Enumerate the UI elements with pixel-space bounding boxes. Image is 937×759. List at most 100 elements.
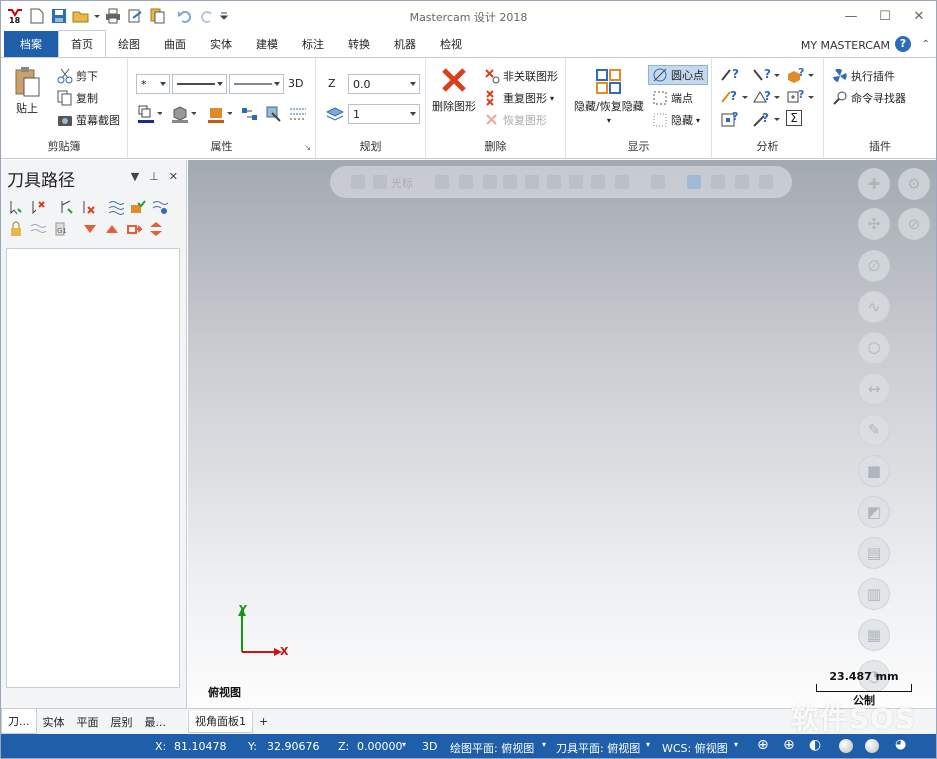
z-depth-input[interactable]: 0.0 [348,74,420,94]
analyze-position-button[interactable]: ? [720,110,742,128]
line-width-select[interactable] [229,74,284,94]
lock-icon[interactable] [7,220,25,238]
chevron-down-icon[interactable]: ▾ [646,740,650,749]
analyze-dynamic-button[interactable]: ? [752,110,780,128]
panel-menu-icon[interactable]: ▼ [131,170,139,183]
cursor-mode-label[interactable]: 光标 [391,175,413,191]
move-up-icon[interactable] [103,220,121,238]
analyze-area-button[interactable]: ? [786,88,814,106]
tab-machine[interactable]: 机器 [382,31,428,57]
verify-selection-icon[interactable] [687,175,701,189]
split-icon[interactable]: ▥ [858,578,890,610]
solid-color-button[interactable] [170,104,196,124]
print-preview-icon[interactable] [125,6,145,26]
cube-icon[interactable]: ⬡ [858,332,890,364]
tab-surfaces[interactable]: 曲面 [152,31,198,57]
new-file-icon[interactable] [27,6,47,26]
chevron-down-icon[interactable]: ▾ [734,740,738,749]
boolean-icon[interactable]: ◩ [858,496,890,528]
material-ball-icon[interactable] [865,739,879,753]
solid-box-icon[interactable]: ■ [858,455,890,487]
delete-unassoc-button[interactable]: 非关联图形 [484,68,558,84]
customize-qat-icon[interactable] [219,6,229,26]
my-mastercam-link[interactable]: MY MASTERCAM [801,39,890,52]
screenshot-button[interactable]: 萤幕截图 [57,112,120,128]
analyze-entity-button[interactable]: ? [752,66,780,84]
tab-home[interactable]: 首页 [58,30,106,57]
level-input[interactable]: 1 [348,104,420,124]
diameter-icon[interactable]: ∅ [858,250,890,282]
panel-close-icon[interactable]: ✕ [169,170,178,183]
hide-unhide-button[interactable]: 隐藏/恢复隐藏 ▾ [574,68,644,125]
viewsheet-tab-1[interactable]: 视角面板1 [188,710,253,733]
paste-button[interactable]: 贴上 [13,66,41,116]
window-select-icon[interactable] [615,175,629,189]
analyze-solid-button[interactable]: ? [786,66,814,84]
chevron-down-icon[interactable]: ▾ [542,740,546,749]
save-icon[interactable] [49,6,69,26]
properties-icon[interactable] [147,6,167,26]
analyze-chain-button[interactable]: ? [752,88,780,106]
maximize-icon[interactable]: ☐ [868,1,902,31]
toggle-display-icon[interactable] [29,220,47,238]
shading-ball-icon[interactable] [839,739,853,753]
post-icon[interactable]: G1 [51,220,69,238]
endpoints-toggle[interactable]: 端点 [652,90,693,106]
select-all-ops-icon[interactable] [7,198,25,216]
zoom-fit-icon[interactable]: ✚ [858,168,890,200]
settings-gear-icon[interactable]: ⚙ [898,168,930,200]
mode-3d-status[interactable]: 3D [422,740,437,753]
lock-selection-icon[interactable] [351,175,365,189]
cut-button[interactable]: 剪下 [57,68,98,84]
mode-3d-toggle[interactable]: 3D [288,77,303,90]
hide-button[interactable]: 隐藏 ▾ [652,112,700,128]
clear-colors-button[interactable] [288,104,308,124]
delete-entity-button[interactable]: 删除图形 [432,66,476,114]
tplane-status[interactable]: 刀具平面: 俯视图 [556,740,640,756]
cursor-snap-icon[interactable] [373,175,387,189]
snap-settings-icon[interactable] [459,175,473,189]
insert-arrow-icon[interactable] [125,220,143,238]
print-icon[interactable] [103,6,123,26]
verify-icon[interactable] [129,198,147,216]
point-style-select[interactable]: * [136,74,170,94]
pattern-icon[interactable]: ▦ [858,619,890,651]
run-addin-button[interactable]: 执行插件 [832,68,895,84]
select-previous-icon[interactable] [759,175,773,189]
disable-icon[interactable]: ⊘ [898,208,930,240]
nearest-point-icon[interactable]: ✣ [858,208,890,240]
select-solid-icon[interactable] [503,175,517,189]
collapse-ribbon-icon[interactable]: ⌃ [922,39,930,50]
simulate-icon[interactable] [151,198,169,216]
tool-icon[interactable]: ✎ [858,414,890,446]
auto-cursor-icon[interactable] [435,175,449,189]
pin-icon[interactable]: ⊥ [149,170,159,183]
tab-solids-manager[interactable]: 实体 [37,709,71,734]
analyze-sum-button[interactable]: Σ [786,110,802,126]
tab-solids[interactable]: 实体 [198,31,244,57]
wcs-status[interactable]: WCS: 俯视图 [662,740,728,756]
globe-shaded-icon[interactable]: ◐ [809,737,821,753]
analyze-angle-button[interactable]: ? [720,88,748,106]
dropdown-arrow-icon[interactable] [93,6,101,26]
set-main-attr-button[interactable] [264,104,284,124]
help-icon[interactable]: ? [895,36,911,52]
backplot-icon[interactable] [107,198,125,216]
tab-drafting[interactable]: 标注 [290,31,336,57]
tab-model-prep[interactable]: 建模 [244,31,290,57]
globe-wire-icon[interactable]: ⊕ [783,737,795,753]
globe-icon[interactable]: ⊕ [757,737,769,753]
analyze-distance-button[interactable]: ? [720,66,742,84]
close-icon[interactable]: ✕ [902,1,936,31]
undo-icon[interactable] [175,6,195,26]
minimize-icon[interactable]: — [834,1,868,31]
undelete-button[interactable]: 恢复图形 [484,112,547,128]
redo-icon[interactable] [197,6,217,26]
tab-planes[interactable]: 平面 [71,709,105,734]
select-last-icon[interactable] [711,175,725,189]
layer-icon[interactable]: ▤ [858,537,890,569]
tab-file[interactable]: 档案 [4,31,58,57]
toolpath-operations-list[interactable] [6,248,180,688]
deselect-ops-icon[interactable] [29,198,47,216]
section-view-icon[interactable]: ◕ [895,737,906,752]
